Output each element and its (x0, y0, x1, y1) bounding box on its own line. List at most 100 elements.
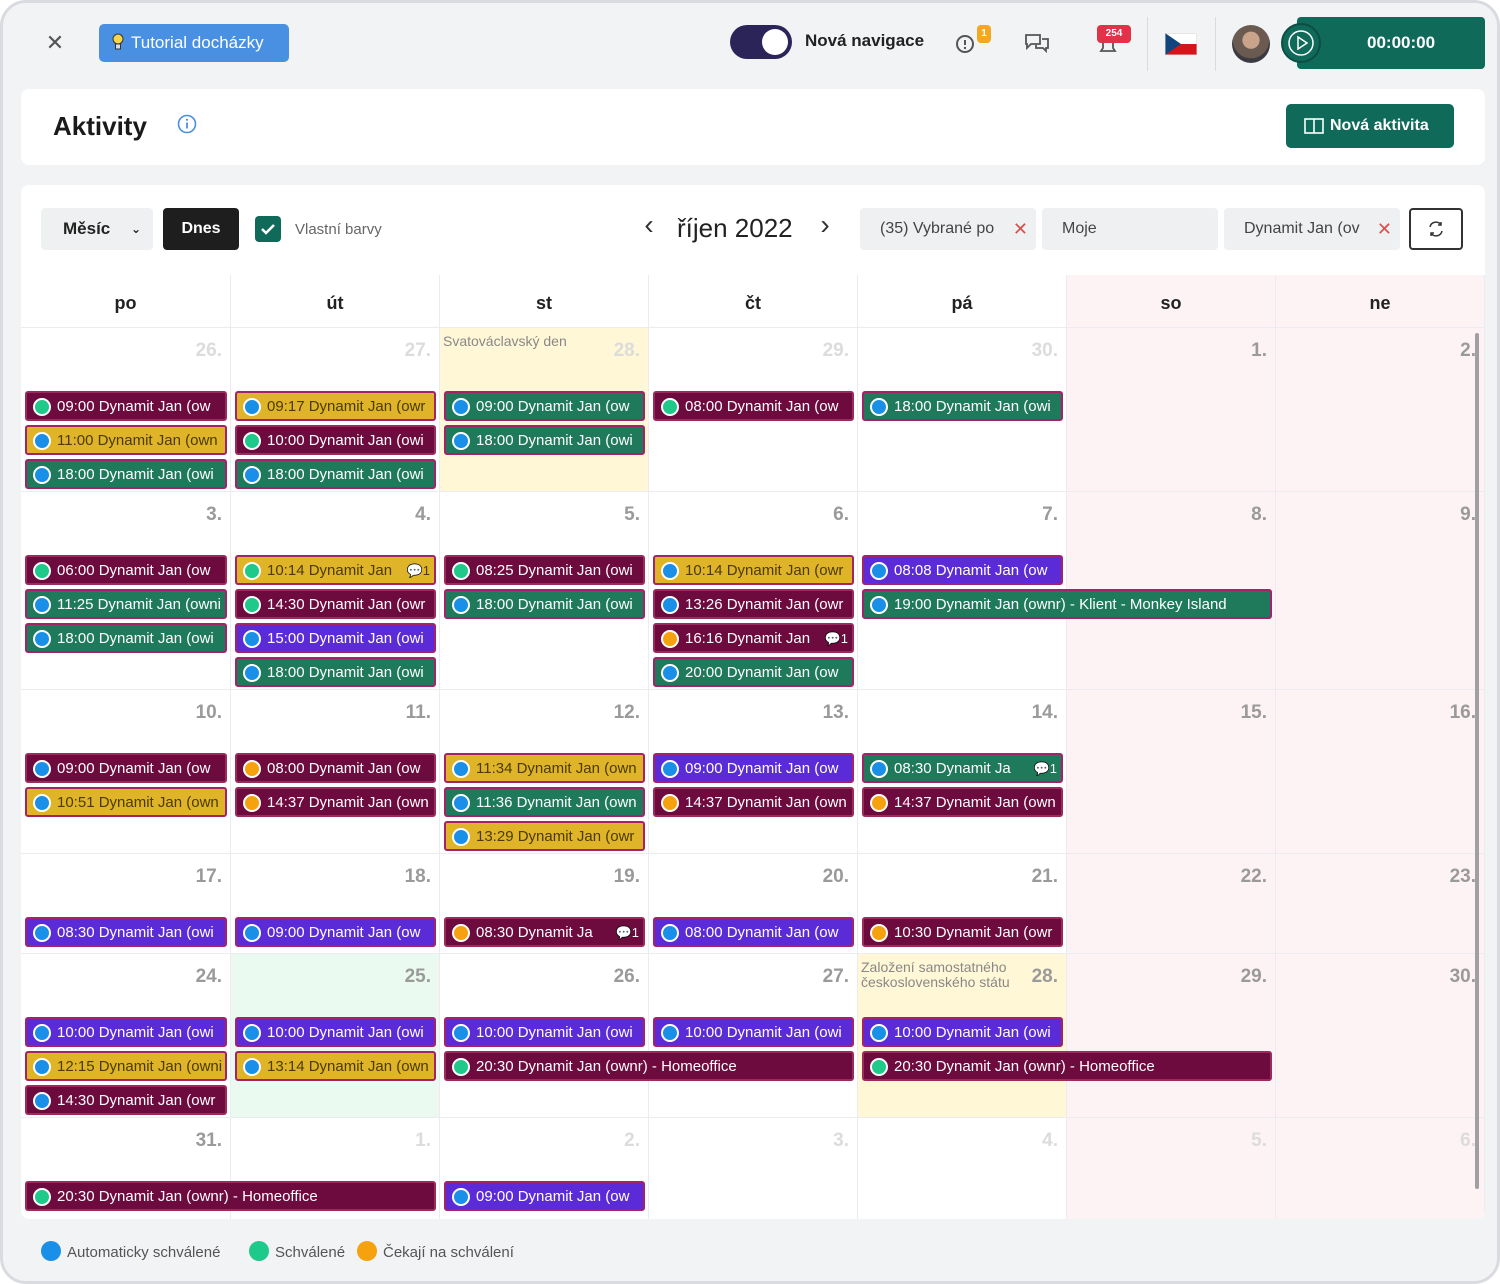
day-number[interactable]: 28. (1032, 966, 1058, 988)
activity-event[interactable]: 14:37 Dynamit Jan (own (862, 787, 1063, 817)
day-number[interactable]: 21. (1032, 866, 1058, 888)
day-cell[interactable]: 9. (1276, 491, 1485, 689)
day-cell[interactable]: 29. (1067, 953, 1276, 1117)
notifications-button[interactable]: 254 (1095, 25, 1131, 59)
activity-event[interactable]: 09:17 Dynamit Jan (owr (235, 391, 436, 421)
today-button[interactable]: Dnes (163, 208, 239, 250)
activity-event[interactable]: 18:00 Dynamit Jan (owi (235, 459, 436, 489)
day-cell[interactable]: 2. (1276, 327, 1485, 491)
play-button[interactable] (1281, 23, 1321, 63)
activity-event[interactable]: 09:00 Dynamit Jan (ow (25, 391, 227, 421)
day-cell[interactable]: 23. (1276, 853, 1485, 953)
day-number[interactable]: 24. (196, 966, 222, 988)
remove-filter-icon[interactable]: ✕ (1013, 208, 1028, 250)
day-number[interactable]: 14. (1032, 702, 1058, 724)
day-number[interactable]: 25. (405, 966, 431, 988)
activity-event[interactable]: 10:14 Dynamit Jan 💬1 (235, 555, 436, 585)
activity-event[interactable]: 10:14 Dynamit Jan (owr (653, 555, 854, 585)
day-number[interactable]: 20. (823, 866, 849, 888)
day-cell[interactable]: 1. (1067, 327, 1276, 491)
activity-event[interactable]: 12:15 Dynamit Jan (owni (25, 1051, 227, 1081)
activity-event[interactable]: 18:00 Dynamit Jan (owi (235, 657, 436, 687)
prev-month-button[interactable]: ‹ (637, 209, 661, 241)
activity-event[interactable]: 11:00 Dynamit Jan (own (25, 425, 227, 455)
day-number[interactable]: 4. (415, 504, 431, 526)
activity-event[interactable]: 08:00 Dynamit Jan (ow (235, 753, 436, 783)
activity-event[interactable]: 09:00 Dynamit Jan (ow (444, 391, 645, 421)
activity-event[interactable]: 10:00 Dynamit Jan (owi (235, 425, 436, 455)
activity-event[interactable]: 14:37 Dynamit Jan (own (235, 787, 436, 817)
activity-event[interactable]: 06:00 Dynamit Jan (ow (25, 555, 227, 585)
next-month-button[interactable]: › (813, 209, 837, 241)
activity-event[interactable]: 19:00 Dynamit Jan (ownr) - Klient - Monk… (862, 589, 1272, 619)
day-number[interactable]: 5. (624, 504, 640, 526)
day-cell[interactable]: 6. (1276, 1117, 1485, 1219)
day-number[interactable]: 10. (196, 702, 222, 724)
custom-colors-checkbox[interactable] (255, 216, 281, 242)
filter-selected-users[interactable]: (35) Vybrané po ✕ (860, 208, 1036, 250)
activity-event[interactable]: 08:00 Dynamit Jan (ow (653, 391, 854, 421)
activity-event[interactable]: 09:00 Dynamit Jan (ow (653, 753, 854, 783)
day-number[interactable]: 3. (833, 1130, 849, 1152)
day-cell[interactable]: 5. (1067, 1117, 1276, 1219)
activity-event[interactable]: 10:51 Dynamit Jan (own (25, 787, 227, 817)
day-number[interactable]: 18. (405, 866, 431, 888)
day-number[interactable]: 31. (196, 1130, 222, 1152)
close-icon[interactable]: ✕ (41, 29, 69, 57)
activity-event[interactable]: 18:00 Dynamit Jan (owi (444, 425, 645, 455)
activity-event[interactable]: 10:00 Dynamit Jan (owi (862, 1017, 1063, 1047)
activity-event[interactable]: 08:30 Dynamit Ja 💬1 (862, 753, 1063, 783)
activity-event[interactable]: 14:37 Dynamit Jan (own (653, 787, 854, 817)
activity-event[interactable]: 10:00 Dynamit Jan (owi (653, 1017, 854, 1047)
day-number[interactable]: 16. (1450, 702, 1476, 724)
info-icon[interactable] (177, 114, 197, 134)
activity-event[interactable]: 13:29 Dynamit Jan (owr (444, 821, 645, 851)
activity-event[interactable]: 16:16 Dynamit Jan 💬1 (653, 623, 854, 653)
timer-widget[interactable]: 00:00:00 (1281, 17, 1485, 69)
day-cell[interactable]: 22. (1067, 853, 1276, 953)
day-number[interactable]: 23. (1450, 866, 1476, 888)
day-number[interactable]: 15. (1241, 702, 1267, 724)
activity-event[interactable]: 11:25 Dynamit Jan (owni (25, 589, 227, 619)
activity-event[interactable]: 20:30 Dynamit Jan (ownr) - Homeoffice (862, 1051, 1272, 1081)
tutorial-button[interactable]: Tutorial docházky (99, 24, 289, 62)
day-number[interactable]: 3. (206, 504, 222, 526)
day-number[interactable]: 26. (614, 966, 640, 988)
scrollbar[interactable] (1475, 333, 1479, 1189)
day-number[interactable]: 6. (1460, 1130, 1476, 1152)
day-number[interactable]: 29. (823, 340, 849, 362)
activity-event[interactable]: 08:25 Dynamit Jan (owi (444, 555, 645, 585)
day-number[interactable]: 29. (1241, 966, 1267, 988)
activity-event[interactable]: 13:14 Dynamit Jan (own (235, 1051, 436, 1081)
day-number[interactable]: 1. (415, 1130, 431, 1152)
activity-event[interactable]: 09:00 Dynamit Jan (ow (25, 753, 227, 783)
activity-event[interactable]: 13:26 Dynamit Jan (owr (653, 589, 854, 619)
alert-button[interactable]: 1 (953, 25, 991, 59)
day-number[interactable]: 22. (1241, 866, 1267, 888)
activity-event[interactable]: 14:30 Dynamit Jan (owr (235, 589, 436, 619)
activity-event[interactable]: 20:00 Dynamit Jan (ow (653, 657, 854, 687)
refresh-button[interactable] (1409, 208, 1463, 250)
activity-event[interactable]: 08:08 Dynamit Jan (ow (862, 555, 1063, 585)
day-number[interactable]: 26. (196, 340, 222, 362)
activity-event[interactable]: 20:30 Dynamit Jan (ownr) - Homeoffice (25, 1181, 436, 1211)
activity-event[interactable]: 08:30 Dynamit Ja 💬1 (444, 917, 645, 947)
day-cell[interactable]: 30. (1276, 953, 1485, 1117)
day-number[interactable]: 30. (1032, 340, 1058, 362)
day-number[interactable]: 4. (1042, 1130, 1058, 1152)
day-number[interactable]: 17. (196, 866, 222, 888)
day-cell[interactable]: 4. (858, 1117, 1067, 1219)
view-select[interactable]: Měsíc ⌄ (41, 208, 153, 250)
day-number[interactable]: 8. (1251, 504, 1267, 526)
day-number[interactable]: 2. (1460, 340, 1476, 362)
day-cell[interactable]: 15. (1067, 689, 1276, 853)
day-number[interactable]: 30. (1450, 966, 1476, 988)
remove-filter-icon[interactable]: ✕ (1377, 208, 1392, 250)
activity-event[interactable]: 10:30 Dynamit Jan (owr (862, 917, 1063, 947)
day-number[interactable]: 1. (1251, 340, 1267, 362)
activity-event[interactable]: 14:30 Dynamit Jan (owr (25, 1085, 227, 1115)
day-number[interactable]: 27. (405, 340, 431, 362)
day-number[interactable]: 13. (823, 702, 849, 724)
activity-event[interactable]: 18:00 Dynamit Jan (owi (862, 391, 1063, 421)
new-activity-button[interactable]: Nová aktivita (1286, 104, 1454, 148)
